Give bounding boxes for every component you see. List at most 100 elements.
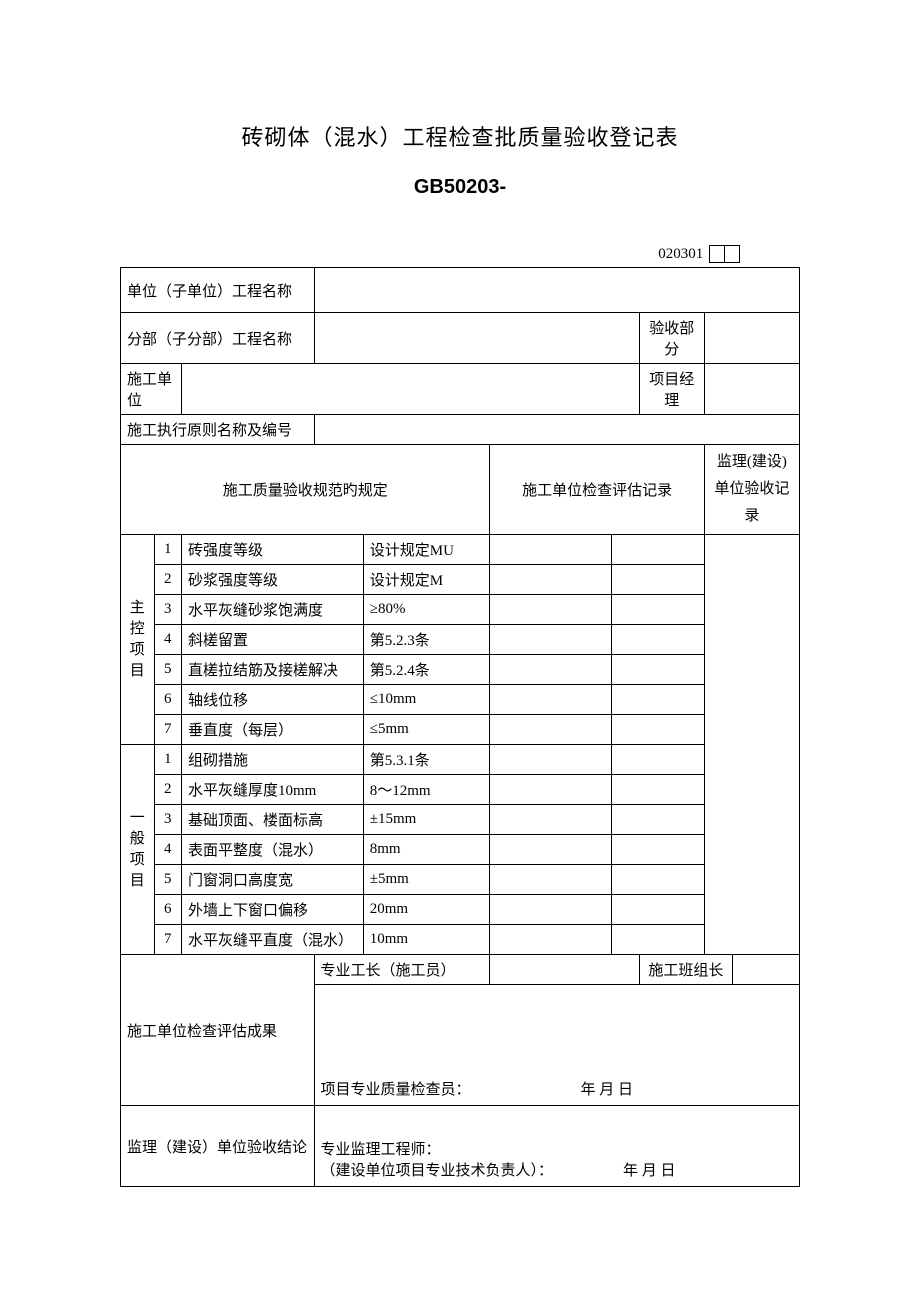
row-num: 5	[154, 865, 181, 895]
item-name: 斜槎留置	[182, 625, 364, 655]
form-number-boxes	[710, 245, 740, 263]
item-name: 水平灰缝平直度（混水）	[182, 925, 364, 955]
check-record-col-header: 施工单位检查评估记录	[490, 445, 704, 535]
check-cell	[490, 775, 611, 805]
foreman-value	[490, 955, 639, 985]
accept-part-value	[704, 313, 799, 364]
item-name: 垂直度（每层）	[182, 715, 364, 745]
accept-part-label: 验收部分	[639, 313, 704, 364]
row-num: 2	[154, 775, 181, 805]
row-num: 1	[154, 535, 181, 565]
project-manager-value	[704, 364, 799, 415]
item-spec: ≥80%	[363, 595, 490, 625]
check-cell	[490, 565, 611, 595]
conclusion-label: 监理（建设）单位验收结论	[121, 1106, 315, 1187]
check-cell	[611, 565, 704, 595]
item-spec: ±15mm	[363, 805, 490, 835]
engineer-signature: 专业监理工程师： （建设单位项目专业技术负责人）：年 月 日	[314, 1106, 799, 1187]
form-number: 020301	[658, 246, 703, 263]
item-name: 基础顶面、楼面标高	[182, 805, 364, 835]
spec-col-header: 施工质量验收规范旳规定	[121, 445, 490, 535]
row-num: 7	[154, 925, 181, 955]
group-b-label: 一般项目	[121, 745, 155, 955]
row-num: 4	[154, 625, 181, 655]
row-num: 7	[154, 715, 181, 745]
item-spec: ±5mm	[363, 865, 490, 895]
check-cell	[490, 805, 611, 835]
check-cell	[611, 595, 704, 625]
form-number-row: 020301	[120, 245, 800, 263]
item-name: 表面平整度（混水）	[182, 835, 364, 865]
item-name: 外墙上下窗口偏移	[182, 895, 364, 925]
item-spec: 第5.2.4条	[363, 655, 490, 685]
item-spec: 第5.2.3条	[363, 625, 490, 655]
sub-name-label: 分部（子分部）工程名称	[121, 313, 315, 364]
row-num: 2	[154, 565, 181, 595]
check-cell	[490, 625, 611, 655]
standard-code: GB50203-	[120, 176, 800, 199]
sub-name-value	[314, 313, 639, 364]
group-a-label: 主控项目	[121, 535, 155, 745]
row-num: 4	[154, 835, 181, 865]
check-cell	[611, 805, 704, 835]
check-cell	[490, 685, 611, 715]
item-name: 门窗洞口高度宽	[182, 865, 364, 895]
check-cell	[490, 895, 611, 925]
check-cell	[611, 655, 704, 685]
check-cell	[490, 595, 611, 625]
team-leader-label: 施工班组长	[639, 955, 732, 985]
check-cell	[490, 535, 611, 565]
row-num: 6	[154, 685, 181, 715]
check-cell	[490, 745, 611, 775]
item-spec: 8mm	[363, 835, 490, 865]
unit-name-value	[314, 268, 799, 313]
check-cell	[611, 685, 704, 715]
check-cell	[611, 895, 704, 925]
item-spec: 设计规定M	[363, 565, 490, 595]
row-num: 6	[154, 895, 181, 925]
item-name: 水平灰缝厚度10mm	[182, 775, 364, 805]
result-label: 施工单位检查评估成果	[121, 955, 315, 1106]
check-cell	[490, 925, 611, 955]
item-name: 砖强度等级	[182, 535, 364, 565]
item-spec: 10mm	[363, 925, 490, 955]
check-cell	[611, 745, 704, 775]
row-num: 1	[154, 745, 181, 775]
check-cell	[490, 655, 611, 685]
standard-name-label: 施工执行原则名称及编号	[121, 415, 315, 445]
unit-name-label: 单位（子单位）工程名称	[121, 268, 315, 313]
team-leader-value	[733, 955, 800, 985]
project-manager-label: 项目经理	[639, 364, 704, 415]
check-cell	[490, 715, 611, 745]
check-cell	[611, 715, 704, 745]
construction-unit-label: 施工单位	[121, 364, 182, 415]
item-name: 砂浆强度等级	[182, 565, 364, 595]
supervise-record-cell	[704, 535, 799, 955]
foreman-label: 专业工长（施工员）	[314, 955, 490, 985]
row-num: 3	[154, 805, 181, 835]
check-cell	[611, 775, 704, 805]
item-spec: 第5.3.1条	[363, 745, 490, 775]
item-spec: 设计规定MU	[363, 535, 490, 565]
check-cell	[490, 865, 611, 895]
item-spec: ≤10mm	[363, 685, 490, 715]
inspector-signature: 项目专业质量检查员：年 月 日	[314, 985, 799, 1106]
item-spec: 8～12mm	[363, 775, 490, 805]
check-cell	[490, 835, 611, 865]
item-name: 组砌措施	[182, 745, 364, 775]
row-num: 5	[154, 655, 181, 685]
construction-unit-value	[182, 364, 640, 415]
item-spec: 20mm	[363, 895, 490, 925]
check-cell	[611, 865, 704, 895]
supervise-record-col-header: 监理(建设)单位验收记录	[704, 445, 799, 535]
check-cell	[611, 925, 704, 955]
inspection-table: 单位（子单位）工程名称 分部（子分部）工程名称 验收部分 施工单位 项目经理 施…	[120, 267, 800, 1187]
check-cell	[611, 535, 704, 565]
item-name: 轴线位移	[182, 685, 364, 715]
item-spec: ≤5mm	[363, 715, 490, 745]
row-num: 3	[154, 595, 181, 625]
item-name: 水平灰缝砂浆饱满度	[182, 595, 364, 625]
item-name: 直槎拉结筋及接槎解决	[182, 655, 364, 685]
check-cell	[611, 835, 704, 865]
standard-name-value	[314, 415, 799, 445]
